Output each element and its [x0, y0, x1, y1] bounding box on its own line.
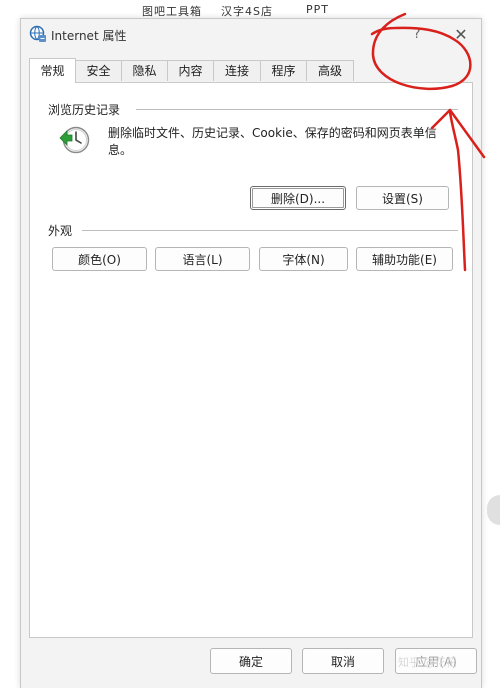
- window-title: Internet 属性: [51, 29, 127, 43]
- tab-connections[interactable]: 连接: [213, 60, 261, 81]
- cancel-button[interactable]: 取消: [302, 648, 384, 674]
- taskbar-item[interactable]: 图吧工具箱: [142, 3, 202, 19]
- section-divider: [82, 230, 458, 231]
- delete-history-button[interactable]: 删除(D)...: [250, 186, 346, 210]
- internet-properties-dialog: Internet 属性 ? ✕ 常规 安全 隐私 内容 连接 程序 高级 浏览历…: [20, 18, 482, 688]
- history-settings-button[interactable]: 设置(S): [356, 186, 449, 210]
- tab-content[interactable]: 内容: [167, 60, 214, 81]
- appearance-heading: 外观: [48, 222, 79, 239]
- tab-advanced[interactable]: 高级: [306, 60, 354, 81]
- taskbar-item[interactable]: PPT: [306, 3, 329, 16]
- history-clock-icon: [59, 126, 90, 154]
- help-button[interactable]: ?: [407, 25, 427, 45]
- browsing-history-heading: 浏览历史记录: [48, 101, 127, 118]
- tab-general[interactable]: 常规: [29, 58, 76, 83]
- ok-button[interactable]: 确定: [210, 648, 292, 674]
- close-button[interactable]: ✕: [451, 25, 471, 45]
- colors-button[interactable]: 颜色(O): [52, 247, 147, 271]
- languages-button[interactable]: 语言(L): [155, 247, 250, 271]
- tab-privacy[interactable]: 隐私: [121, 60, 168, 81]
- title-bar: Internet 属性 ? ✕: [21, 19, 481, 51]
- internet-options-icon: [29, 25, 46, 42]
- taskbar-item[interactable]: 汉字4S店: [221, 3, 273, 19]
- taskbar-strip: 图吧工具箱 汉字4S店 PPT: [0, 0, 500, 20]
- general-tab-panel: 浏览历史记录 删除临时文件、历史记录、Cookie、保存的密码和网页表单信息。 …: [29, 82, 473, 638]
- accessibility-button[interactable]: 辅助功能(E): [356, 247, 453, 271]
- tab-programs[interactable]: 程序: [260, 60, 307, 81]
- browsing-history-description: 删除临时文件、历史记录、Cookie、保存的密码和网页表单信息。: [108, 126, 437, 157]
- scroll-handle[interactable]: [487, 495, 500, 525]
- watermark: 知乎 @花花: [398, 656, 457, 669]
- section-divider: [136, 109, 458, 110]
- fonts-button[interactable]: 字体(N): [259, 247, 348, 271]
- tab-security[interactable]: 安全: [75, 60, 122, 81]
